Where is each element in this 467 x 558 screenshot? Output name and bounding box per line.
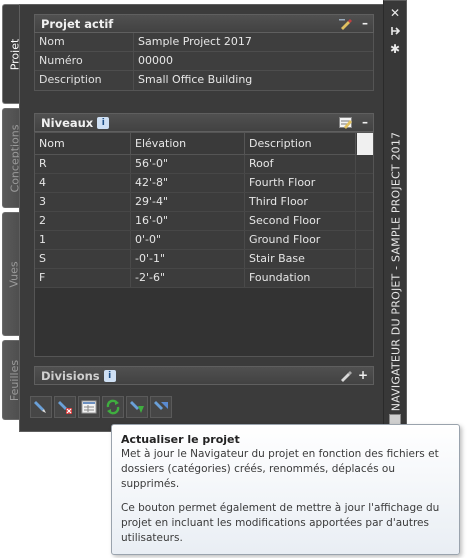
project-browser-icon: [81, 400, 97, 414]
table-row[interactable]: F -2'-6" Foundation: [35, 269, 373, 288]
level-name-cell: S: [35, 250, 131, 268]
projet-actif-table: Nom Sample Project 2017 Numéro 00000 Des…: [34, 33, 374, 91]
level-description-cell: Second Floor: [245, 212, 356, 230]
autohide-icon[interactable]: [388, 25, 402, 37]
property-value[interactable]: 00000: [134, 52, 373, 70]
table-row[interactable]: S -0'-1" Stair Base: [35, 250, 373, 269]
property-key: Numéro: [35, 52, 134, 70]
edit-project-icon[interactable]: [339, 18, 353, 30]
divisions-section: Divisions i +: [34, 366, 374, 385]
project-browser-button[interactable]: [78, 396, 100, 418]
divisions-expand-button[interactable]: +: [358, 368, 368, 382]
table-row[interactable]: 3 29'-4" Third Floor: [35, 193, 373, 212]
edit-levels-icon[interactable]: [339, 117, 353, 129]
edit-divisions-icon[interactable]: [339, 370, 353, 382]
project-navigator-palette: Projet actif – Nom Sample Project 2017 N…: [19, 4, 383, 432]
level-elevation-cell: -2'-6": [131, 269, 245, 287]
projet-actif-collapse-button[interactable]: –: [362, 16, 368, 30]
column-header-description[interactable]: Description: [245, 133, 356, 154]
niveaux-collapse-button[interactable]: –: [362, 115, 368, 129]
synchronize-project-button[interactable]: [150, 396, 172, 418]
level-description-cell: Third Floor: [245, 193, 356, 211]
synchronize-icon: [154, 401, 168, 410]
level-elevation-cell: 42'-8": [131, 174, 245, 192]
tooltip-title: Actualiser le projet: [121, 433, 240, 446]
divisions-title: Divisions: [41, 368, 100, 383]
projet-actif-title: Projet actif: [41, 16, 114, 31]
property-key: Nom: [35, 33, 134, 51]
table-row[interactable]: 2 16'-0" Second Floor: [35, 212, 373, 231]
edit-properties-icon: [34, 401, 46, 413]
settings-icon[interactable]: ✱: [388, 43, 402, 55]
scrollbar-corner: [357, 133, 373, 155]
level-name-cell: 4: [35, 174, 131, 192]
close-project-button[interactable]: [54, 396, 76, 418]
level-elevation-cell: 29'-4": [131, 193, 245, 211]
project-properties-button[interactable]: [30, 396, 52, 418]
level-elevation-cell: 56'-0": [131, 155, 245, 173]
level-description-cell: Stair Base: [245, 250, 356, 268]
property-row: Numéro 00000: [35, 52, 373, 71]
level-description-cell: Foundation: [245, 269, 356, 287]
repath-project-button[interactable]: [126, 396, 148, 418]
info-icon[interactable]: i: [103, 369, 116, 382]
refresh-icon: [106, 399, 120, 415]
column-header-nom[interactable]: Nom: [35, 133, 131, 154]
level-name-cell: 3: [35, 193, 131, 211]
palette-title-bar[interactable]: ✕ ✱ NAVIGATEUR DU PROJET - SAMPLE PROJEC…: [383, 0, 407, 432]
palette-title: NAVIGATEUR DU PROJET - SAMPLE PROJECT 20…: [386, 121, 406, 421]
project-toolbar: [30, 396, 172, 418]
level-description-cell: Ground Floor: [245, 231, 356, 249]
tooltip-extended-description: Ce bouton permet également de mettre à j…: [121, 502, 440, 544]
level-description-cell: Roof: [245, 155, 356, 173]
projet-actif-section: Projet actif – Nom Sample Project 2017 N…: [34, 14, 374, 91]
niveaux-header: Niveaux i –: [34, 113, 374, 132]
divisions-header: Divisions i +: [34, 366, 374, 385]
property-value[interactable]: Small Office Building: [134, 71, 373, 90]
property-row: Description Small Office Building: [35, 71, 373, 90]
level-name-cell: 1: [35, 231, 131, 249]
level-elevation-cell: -0'-1": [131, 250, 245, 268]
niveaux-section: Niveaux i – Nom Elévation Description R …: [34, 113, 374, 357]
property-row: Nom Sample Project 2017: [35, 33, 373, 52]
info-icon[interactable]: i: [97, 116, 110, 129]
niveaux-title: Niveaux: [41, 115, 94, 130]
palette-title-text: NAVIGATEUR DU PROJET - SAMPLE PROJECT 20…: [389, 131, 403, 411]
level-description-cell: Fourth Floor: [245, 174, 356, 192]
level-name-cell: R: [35, 155, 131, 173]
levels-table-header: Nom Elévation Description: [35, 133, 373, 155]
level-name-cell: 2: [35, 212, 131, 230]
table-row[interactable]: 4 42'-8" Fourth Floor: [35, 174, 373, 193]
close-icon[interactable]: ✕: [388, 7, 402, 19]
table-row[interactable]: R 56'-0" Roof: [35, 155, 373, 174]
tooltip-description: Met à jour le Navigateur du projet en fo…: [121, 448, 439, 490]
level-name-cell: F: [35, 269, 131, 287]
refresh-tooltip: Actualiser le projet Met à jour le Navig…: [111, 424, 460, 555]
projet-actif-header: Projet actif –: [34, 14, 374, 33]
level-elevation-cell: 16'-0": [131, 212, 245, 230]
repath-icon: [130, 401, 144, 413]
column-header-elevation[interactable]: Elévation: [131, 133, 245, 154]
levels-table: Nom Elévation Description R 56'-0" Roof …: [34, 132, 374, 357]
property-value[interactable]: Sample Project 2017: [134, 33, 373, 51]
table-row[interactable]: 1 0'-0" Ground Floor: [35, 231, 373, 250]
close-project-icon: [58, 401, 72, 414]
level-elevation-cell: 0'-0": [131, 231, 245, 249]
refresh-project-button[interactable]: [102, 396, 124, 418]
property-key: Description: [35, 71, 134, 90]
